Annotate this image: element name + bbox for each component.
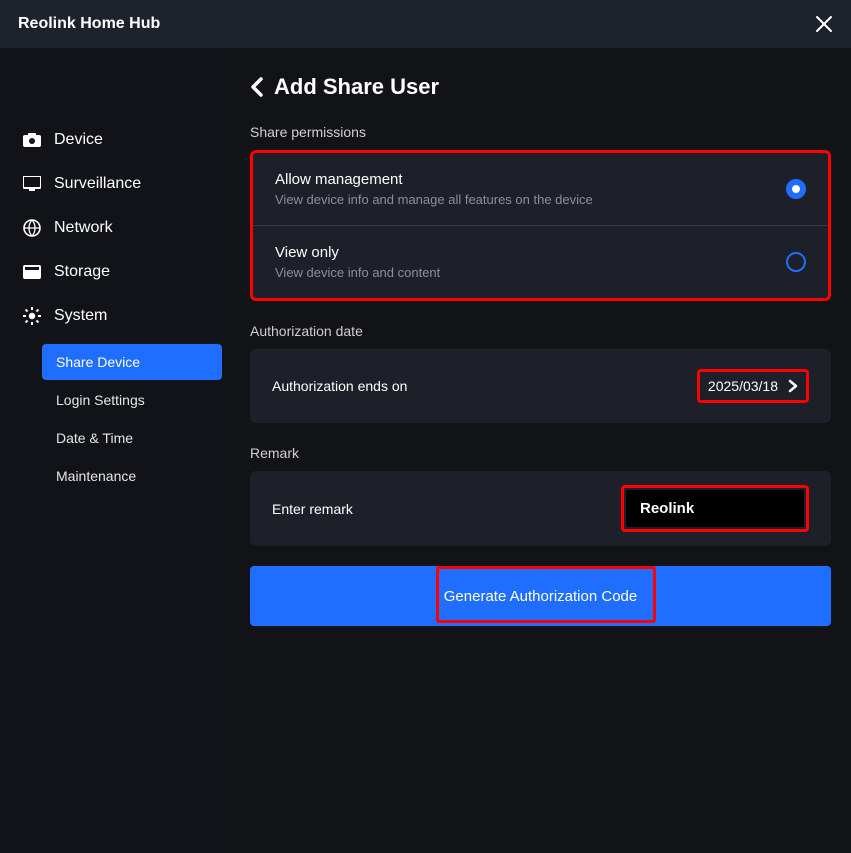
globe-icon	[22, 218, 42, 238]
sidebar-item-label: Surveillance	[54, 175, 141, 193]
radio-allow-management[interactable]	[786, 179, 806, 199]
close-icon	[815, 15, 833, 33]
back-button[interactable]	[250, 77, 264, 97]
permission-title: Allow management	[275, 171, 593, 188]
permission-view-only[interactable]: View only View device info and content	[253, 225, 828, 298]
sidebar-sub-system: Share Device Login Settings Date & Time …	[0, 338, 230, 494]
chevron-left-icon	[250, 77, 264, 97]
sidebar-item-label: Storage	[54, 263, 110, 281]
generate-code-button[interactable]: Generate Authorization Code	[250, 566, 831, 626]
authorization-ends-label: Authorization ends on	[272, 378, 407, 394]
sidebar-item-system[interactable]: System	[0, 294, 230, 338]
app-title: Reolink Home Hub	[18, 15, 160, 33]
page-title: Add Share User	[274, 74, 439, 100]
authorization-date-label: Authorization date	[250, 323, 831, 339]
sidebar-sub-maintenance[interactable]: Maintenance	[42, 458, 222, 494]
sidebar-item-network[interactable]: Network	[0, 206, 230, 250]
authorization-date-value: 2025/03/18	[708, 378, 778, 394]
gear-icon	[22, 306, 42, 326]
monitor-icon	[22, 174, 42, 194]
sidebar-item-storage[interactable]: Storage	[0, 250, 230, 294]
sidebar-item-label: Device	[54, 131, 103, 149]
remark-card: Enter remark	[250, 471, 831, 546]
sidebar-item-surveillance[interactable]: Surveillance	[0, 162, 230, 206]
storage-icon	[22, 262, 42, 282]
remark-input[interactable]	[626, 490, 804, 527]
authorization-card: Authorization ends on 2025/03/18	[250, 349, 831, 423]
permission-allow-management[interactable]: Allow management View device info and ma…	[253, 153, 828, 225]
sidebar-sub-date-time[interactable]: Date & Time	[42, 420, 222, 456]
remark-placeholder-label: Enter remark	[272, 501, 353, 517]
sidebar-item-label: Network	[54, 219, 113, 237]
authorization-ends-row[interactable]: Authorization ends on 2025/03/18	[250, 349, 831, 423]
sidebar-item-label: System	[54, 307, 107, 325]
sidebar-sub-login-settings[interactable]: Login Settings	[42, 382, 222, 418]
radio-view-only[interactable]	[786, 252, 806, 272]
sidebar: Device Surveillance Network Storage	[0, 48, 230, 853]
share-permissions-label: Share permissions	[250, 124, 831, 140]
main-panel: Add Share User Share permissions Allow m…	[230, 48, 851, 853]
sidebar-sub-share-device[interactable]: Share Device	[42, 344, 222, 380]
titlebar: Reolink Home Hub	[0, 0, 851, 48]
chevron-right-icon	[788, 379, 798, 393]
page-title-row: Add Share User	[250, 74, 831, 100]
permission-title: View only	[275, 244, 440, 261]
camera-icon	[22, 130, 42, 150]
close-button[interactable]	[815, 15, 833, 33]
authorization-date-picker[interactable]: 2025/03/18	[697, 369, 809, 403]
permission-desc: View device info and manage all features…	[275, 192, 593, 207]
sidebar-item-device[interactable]: Device	[0, 118, 230, 162]
remark-label: Remark	[250, 445, 831, 461]
permissions-card: Allow management View device info and ma…	[250, 150, 831, 301]
permission-desc: View device info and content	[275, 265, 440, 280]
